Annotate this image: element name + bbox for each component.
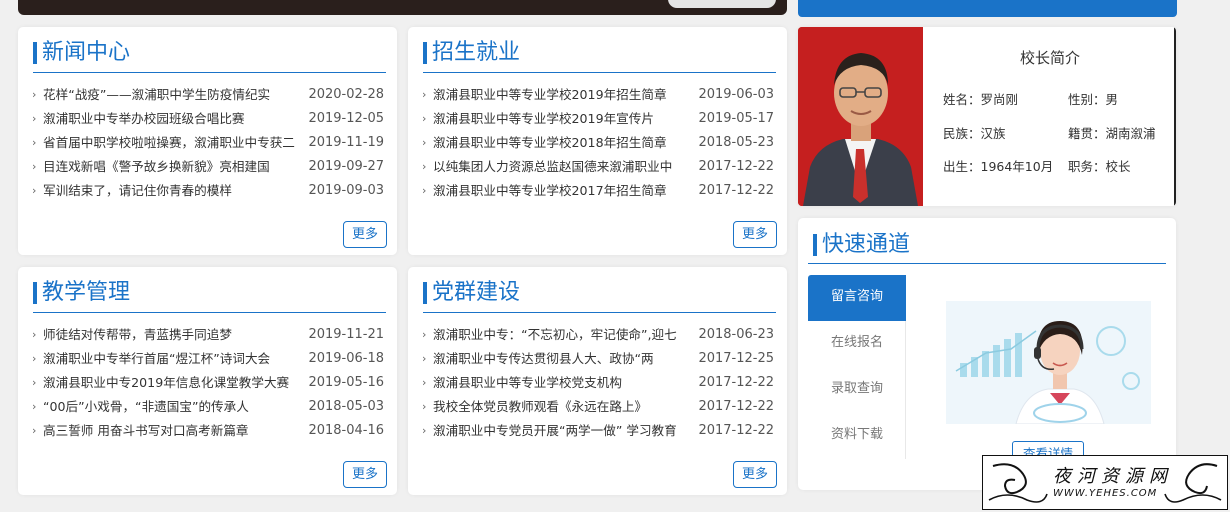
banner-slider[interactable] [18,0,787,15]
list-item[interactable]: › 溆浦职业中专：“不忘初心，牢记使命”,迎七 2018-06-23 [422,325,774,349]
list-item[interactable]: › 溆浦县职业中等专业学校2017年招生简章 2017-12-22 [422,181,774,205]
list-item[interactable]: › 花样“战疫”——溆浦职中学生防疫情纪实 2020-02-28 [32,85,384,109]
list-item[interactable]: › 溆浦县职业中等专业学校党支机构 2017-12-22 [422,373,774,397]
chevron-right-icon: › [422,88,427,101]
principal-portrait-image [798,27,923,206]
news-center-header: 新闻中心 [33,39,386,73]
party-panel: 党群建设 › 溆浦职业中专：“不忘初心，牢记使命”,迎七 2018-06-23 › 溆… [408,267,787,495]
teaching-header: 教学管理 [33,279,386,313]
chevron-right-icon: › [422,352,427,365]
admission-panel: 招生就业 › 溆浦县职业中等专业学校2019年招生简章 2019-06-03 › 溆浦… [408,27,787,255]
principal-intro-title: 校长简介 [1019,49,1080,67]
teaching-more-button[interactable]: 更多 [343,461,387,488]
principal-origin: 籍贯：湖南溆浦 [1068,126,1156,141]
panel-edge [1174,27,1176,206]
quick-access-panel: 快速通道 留言咨询 在线报名 录取查询 资料下载 查看详情 [798,218,1176,490]
party-header: 党群建设 [423,279,776,313]
chevron-right-icon: › [32,376,37,389]
chevron-right-icon: › [32,88,37,101]
top-right-blue-bar [798,0,1177,17]
chevron-right-icon: › [422,160,427,173]
admission-list: › 溆浦县职业中等专业学校2019年招生简章 2019-06-03 › 溆浦县职业中等… [422,85,774,205]
tab-online-register[interactable]: 在线报名 [808,321,906,367]
principal-position: 职务：校长 [1068,159,1131,174]
news-center-title: 新闻中心 [42,40,131,65]
quick-access-header: 快速通道 [808,228,1166,264]
watermark-text: 夜河资源网 [1053,466,1173,487]
quick-access-tabs: 留言咨询 在线报名 录取查询 资料下载 [808,275,906,459]
list-item[interactable]: › “00后”小戏骨，“非遗国宝”的传承人 2018-05-03 [32,397,384,421]
party-list: › 溆浦职业中专：“不忘初心，牢记使命”,迎七 2018-06-23 › 溆浦职业中专… [422,325,774,445]
party-more-button[interactable]: 更多 [733,461,777,488]
title-accent-bar [813,234,817,256]
title-accent-bar [423,282,427,304]
chevron-right-icon: › [422,328,427,341]
chevron-right-icon: › [32,328,37,341]
party-title: 党群建设 [432,280,521,305]
principal-birth: 出生：1964年10月 [943,159,1054,174]
principal-name: 姓名：罗尚刚 [943,92,1019,107]
customer-service-image [946,301,1151,424]
title-accent-bar [33,282,37,304]
title-accent-bar [33,42,37,64]
chevron-right-icon: › [32,352,37,365]
admission-title: 招生就业 [432,40,521,65]
chevron-right-icon: › [422,376,427,389]
list-item[interactable]: › 溆浦职业中专举行首届“煜江杯”诗词大会 2019-06-18 [32,349,384,373]
list-item[interactable]: › 溆浦县职业中等专业学校2019年招生简章 2019-06-03 [422,85,774,109]
list-item[interactable]: › 溆浦县职业中专2019年信息化课堂教学大赛 2019-05-16 [32,373,384,397]
news-center-more-button[interactable]: 更多 [343,221,387,248]
customer-service-illustration [946,301,1151,424]
teaching-title: 教学管理 [42,280,131,305]
chevron-right-icon: › [422,136,427,149]
chevron-right-icon: › [422,400,427,413]
news-center-list: › 花样“战疫”——溆浦职中学生防疫情纪实 2020-02-28 › 溆浦职业中专举办… [32,85,384,205]
chevron-right-icon: › [32,112,37,125]
watermark: 夜河资源网 WWW.YEHES.COM [982,455,1228,510]
principal-photo [798,27,923,206]
admission-header: 招生就业 [423,39,776,73]
list-item[interactable]: › 溆浦县职业中等专业学校2018年招生简章 2018-05-23 [422,133,774,157]
chevron-right-icon: › [422,184,427,197]
teaching-list: › 师徒结对传帮带，青蓝携手同追梦 2019-11-21 › 溆浦职业中专举行首届“煜… [32,325,384,445]
chevron-right-icon: › [32,184,37,197]
chevron-right-icon: › [422,424,427,437]
quick-access-title: 快速通道 [822,232,911,257]
tab-message-consult[interactable]: 留言咨询 [808,275,906,321]
principal-panel: 校长简介 姓名：罗尚刚 性别：男 民族：汉族 籍贯：湖南溆浦 出生：1964年1… [798,27,1176,206]
chevron-right-icon: › [32,400,37,413]
principal-ethnicity: 民族：汉族 [943,126,1006,141]
chevron-right-icon: › [32,160,37,173]
tab-download[interactable]: 资料下载 [808,413,906,459]
list-item[interactable]: › 溆浦职业中专党员开展“两学一做” 学习教育 2017-12-22 [422,421,774,445]
list-item[interactable]: › 溆浦职业中专传达贯彻县人大、政协“两 2017-12-25 [422,349,774,373]
title-accent-bar [423,42,427,64]
list-item[interactable]: › 溆浦县职业中等专业学校2019年宣传片 2019-05-17 [422,109,774,133]
list-item[interactable]: › 师徒结对传帮带，青蓝携手同追梦 2019-11-21 [32,325,384,349]
chevron-right-icon: › [32,424,37,437]
list-item[interactable]: › 溆浦职业中专举办校园班级合唱比赛 2019-12-05 [32,109,384,133]
chevron-right-icon: › [32,136,37,149]
tab-admission-query[interactable]: 录取查询 [808,367,906,413]
list-item[interactable]: › 高三誓师 用奋斗书写对口高考新篇章 2018-04-16 [32,421,384,445]
list-item[interactable]: › 目连戏新唱《警予故乡换新貌》亮相建国 2019-09-27 [32,157,384,181]
news-center-panel: 新闻中心 › 花样“战疫”——溆浦职中学生防疫情纪实 2020-02-28 › 溆浦职… [18,27,397,255]
principal-gender: 性别：男 [1068,92,1119,107]
list-item[interactable]: › 军训结束了，请记住你青春的模样 2019-09-03 [32,181,384,205]
banner-button[interactable] [668,0,776,8]
list-item[interactable]: › 我校全体党员教师观看《永远在路上》 2017-12-22 [422,397,774,421]
admission-more-button[interactable]: 更多 [733,221,777,248]
teaching-panel: 教学管理 › 师徒结对传帮带，青蓝携手同追梦 2019-11-21 › 溆浦职业中专举… [18,267,397,495]
list-item[interactable]: › 省首届中职学校啦啦操赛，溆浦职业中专获二 2019-11-19 [32,133,384,157]
watermark-url: WWW.YEHES.COM [1053,488,1158,499]
list-item[interactable]: › 以纯集团人力资源总监赵国德来溆浦职业中 2017-12-22 [422,157,774,181]
chevron-right-icon: › [422,112,427,125]
